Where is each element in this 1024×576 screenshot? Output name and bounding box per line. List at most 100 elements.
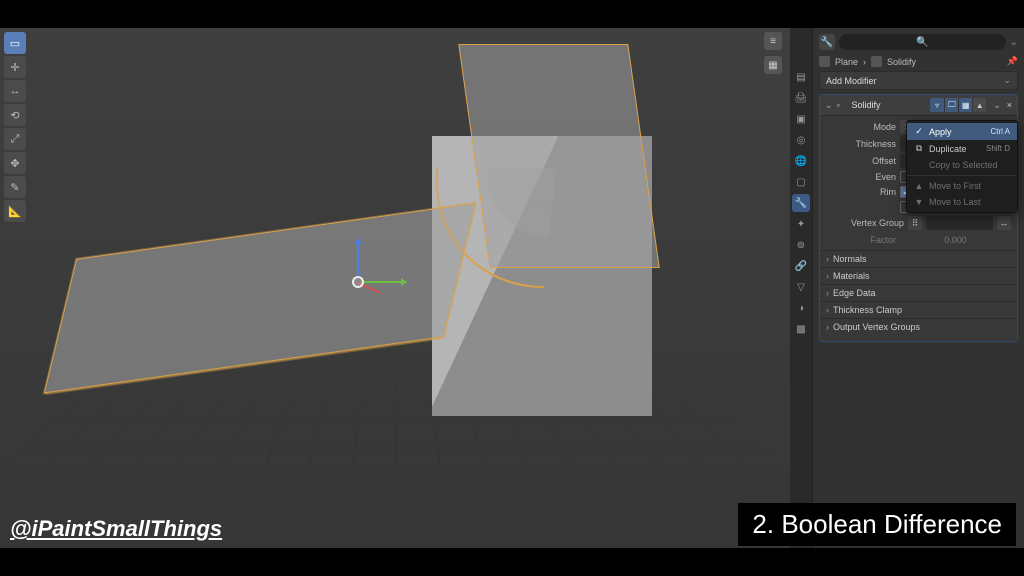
material-icon: ◑ bbox=[798, 303, 804, 314]
properties-search-row: 🔧 🔍 ⌄ bbox=[819, 34, 1018, 50]
gizmo-origin[interactable] bbox=[352, 276, 364, 288]
options-icon: ≡ bbox=[770, 36, 776, 47]
search-chevron-icon[interactable]: ⌄ bbox=[1010, 37, 1018, 48]
vertex-group-invert-button[interactable]: ↔ bbox=[997, 216, 1011, 230]
gizmo-axis-z[interactable] bbox=[357, 240, 359, 278]
tool-rotate[interactable]: ⟲ bbox=[4, 104, 26, 126]
subpanel-normals[interactable]: Normals bbox=[820, 250, 1017, 267]
add-modifier-dropdown[interactable]: Add Modifier bbox=[819, 71, 1018, 90]
properties-panel: 🔧 🔍 ⌄ Plane › Solidify 📌 Add Modifier ⌄ bbox=[812, 28, 1024, 548]
ctx-apply-label: Apply bbox=[929, 127, 952, 137]
triangle-up-icon: ▲ bbox=[914, 181, 924, 191]
breadcrumb-object-icon bbox=[819, 56, 830, 67]
toggle-editmode[interactable]: ▦ bbox=[958, 98, 972, 112]
mesh-plane-flat[interactable] bbox=[44, 203, 476, 394]
gizmo-axis-x[interactable] bbox=[364, 281, 406, 283]
ctx-move-last[interactable]: ▼ Move to Last bbox=[907, 194, 1017, 210]
add-modifier-label: Add Modifier bbox=[826, 76, 877, 86]
tab-material[interactable]: ◑ bbox=[792, 299, 810, 317]
texture-icon: ▩ bbox=[796, 324, 805, 335]
disclosure-icon[interactable]: ⌄ bbox=[825, 100, 833, 111]
ctx-move-first[interactable]: ▲ Move to First bbox=[907, 178, 1017, 194]
modifier-menu-button[interactable]: ⌄ bbox=[993, 100, 1001, 111]
cursor-icon: ✛ bbox=[10, 61, 19, 74]
triangle-down-icon: ▼ bbox=[914, 197, 924, 207]
ctx-duplicate[interactable]: ⧉ Duplicate Shift D bbox=[907, 140, 1017, 157]
tab-texture[interactable]: ▩ bbox=[792, 320, 810, 338]
scene-icon: ◎ bbox=[797, 135, 806, 146]
annotate-icon: ✎ bbox=[10, 181, 19, 194]
object-icon: ▢ bbox=[796, 177, 805, 188]
toggle-render[interactable]: ▿ bbox=[930, 98, 944, 112]
tab-particles[interactable]: ✦ bbox=[792, 215, 810, 233]
check-icon: ✓ bbox=[914, 126, 924, 137]
label-offset: Offset bbox=[840, 156, 896, 166]
viewport-camera-button[interactable]: ▦ bbox=[764, 56, 782, 74]
breadcrumb-modifier[interactable]: Solidify bbox=[887, 57, 916, 67]
modifier-close-button[interactable]: × bbox=[1007, 100, 1012, 110]
viewport-3d[interactable]: ▭ ✛ ↔ ⟲ ⤢ ✥ ✎ 📐 ≡ ▦ bbox=[0, 28, 790, 548]
breadcrumb: Plane › Solidify 📌 bbox=[819, 56, 1018, 67]
properties-type-icon[interactable]: 🔧 bbox=[819, 34, 835, 50]
ctx-move-last-label: Move to Last bbox=[929, 197, 981, 207]
tool-cursor[interactable]: ✛ bbox=[4, 56, 26, 78]
tab-constraints[interactable]: 🔗 bbox=[792, 257, 810, 275]
particles-icon: ✦ bbox=[797, 219, 805, 230]
viewport-options-button[interactable]: ≡ bbox=[764, 32, 782, 50]
ctx-duplicate-shortcut: Shift D bbox=[986, 144, 1010, 153]
tab-scene[interactable]: ◎ bbox=[792, 131, 810, 149]
tool-move[interactable]: ↔ bbox=[4, 80, 26, 102]
tab-world[interactable]: 🌐 bbox=[792, 152, 810, 170]
ctx-copy-to-selected[interactable]: Copy to Selected bbox=[907, 157, 1017, 173]
properties-search-input[interactable]: 🔍 bbox=[839, 34, 1006, 50]
tab-physics[interactable]: ⊚ bbox=[792, 236, 810, 254]
tab-modifiers[interactable]: 🔧 bbox=[792, 194, 810, 212]
value-factor[interactable]: 0.000 bbox=[900, 233, 1011, 247]
measure-icon: 📐 bbox=[8, 205, 22, 218]
ctx-copy-label: Copy to Selected bbox=[929, 160, 998, 170]
modifier-name[interactable]: Solidify bbox=[852, 100, 927, 110]
subpanel-edge-data[interactable]: Edge Data bbox=[820, 284, 1017, 301]
modifier-context-menu: ✓ Apply Ctrl A ⧉ Duplicate Shift D Copy … bbox=[906, 120, 1018, 213]
watermark-text: @iPaintSmallThings bbox=[10, 516, 222, 542]
tool-scale[interactable]: ⤢ bbox=[4, 128, 26, 150]
move-icon: ↔ bbox=[10, 85, 21, 97]
tool-select-box[interactable]: ▭ bbox=[4, 32, 26, 54]
tab-object-data[interactable]: ▽ bbox=[792, 278, 810, 296]
ctx-separator bbox=[907, 175, 1017, 176]
subpanel-materials[interactable]: Materials bbox=[820, 267, 1017, 284]
pin-icon[interactable]: 📌 bbox=[1007, 56, 1018, 67]
render-icon: ▤ bbox=[796, 72, 805, 83]
breadcrumb-mod-icon bbox=[871, 56, 882, 67]
row-vertex-group: Vertex Group ⠿ ↔ bbox=[840, 216, 1011, 230]
tab-object[interactable]: ▢ bbox=[792, 173, 810, 191]
toggle-realtime[interactable]: 🖵 bbox=[944, 98, 958, 112]
tab-view-layer[interactable]: ▣ bbox=[792, 110, 810, 128]
vertex-group-icon[interactable]: ⠿ bbox=[908, 216, 922, 230]
label-rim: Rim bbox=[840, 187, 896, 197]
tool-annotate[interactable]: ✎ bbox=[4, 176, 26, 198]
ctx-apply[interactable]: ✓ Apply Ctrl A bbox=[907, 123, 1017, 140]
toggle-cage[interactable]: ▲ bbox=[972, 98, 986, 112]
select-icon: ▭ bbox=[10, 37, 20, 50]
label-even: Even bbox=[840, 172, 896, 182]
transform-icon: ✥ bbox=[10, 157, 19, 170]
tab-render[interactable]: ▤ bbox=[792, 68, 810, 86]
physics-icon: ⊚ bbox=[797, 240, 805, 251]
subpanel-output-vertex-groups[interactable]: Output Vertex Groups bbox=[820, 318, 1017, 335]
properties-tab-strip: ▤ 🖨 ▣ ◎ 🌐 ▢ 🔧 ✦ ⊚ 🔗 ▽ ◑ ▩ bbox=[790, 28, 812, 548]
subpanel-thickness-clamp[interactable]: Thickness Clamp bbox=[820, 301, 1017, 318]
tool-measure[interactable]: 📐 bbox=[4, 200, 26, 222]
tab-output[interactable]: 🖨 bbox=[792, 89, 810, 107]
search-icon: 🔍 bbox=[916, 37, 928, 48]
scale-icon: ⤢ bbox=[11, 133, 20, 146]
label-mode: Mode bbox=[840, 122, 896, 132]
tool-transform[interactable]: ✥ bbox=[4, 152, 26, 174]
modifier-header[interactable]: ⌄ ▫ Solidify ▿ 🖵 ▦ ▲ ⌄ × bbox=[820, 95, 1017, 116]
transform-gizmo[interactable] bbox=[342, 248, 402, 308]
label-thickness: Thickness bbox=[840, 139, 896, 149]
value-vertex-group[interactable] bbox=[926, 216, 993, 230]
mesh-plane-vertical[interactable] bbox=[458, 44, 659, 268]
breadcrumb-object[interactable]: Plane bbox=[835, 57, 858, 67]
label-factor: Factor bbox=[840, 235, 896, 245]
